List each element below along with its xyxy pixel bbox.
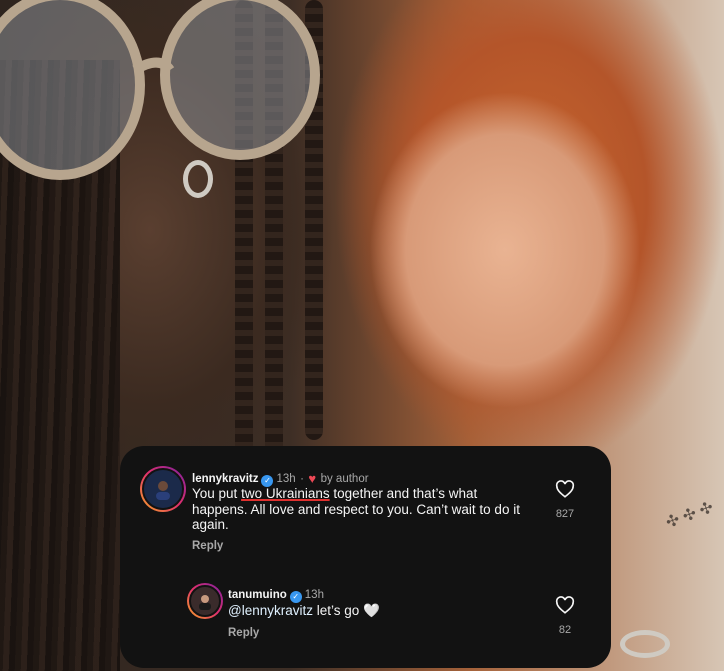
timestamp: 13h xyxy=(304,589,324,601)
avatar-lennykravitz[interactable] xyxy=(140,466,186,512)
separator: · xyxy=(300,473,304,485)
finger-ring xyxy=(620,630,670,658)
author-badge: by author xyxy=(320,473,369,485)
comment-text-part: You put xyxy=(192,486,242,501)
username[interactable]: tanumuino xyxy=(228,589,287,601)
reply-button[interactable]: Reply xyxy=(192,540,223,552)
timestamp: 13h xyxy=(276,473,296,485)
username[interactable]: lennykravitz xyxy=(192,473,258,485)
reply-button[interactable]: Reply xyxy=(228,627,259,639)
comment-text: You put two Ukrainians together and that… xyxy=(192,486,532,533)
nose-ring xyxy=(183,160,213,198)
mention-link[interactable]: @lennykravitz xyxy=(228,603,313,618)
sunglasses xyxy=(0,0,320,180)
like-control: 82 xyxy=(545,596,585,636)
hand-tattoo: ✣ ✣ ✣ xyxy=(663,499,716,532)
comment-card: lennykravitz ✓ 13h · ♥ by author You put t… xyxy=(120,446,611,668)
avatar-tanumuino[interactable] xyxy=(187,583,223,619)
heart-filled-icon: ♥ xyxy=(308,471,317,486)
comment-text: @lennykravitz let’s go 🤍 xyxy=(228,603,380,619)
comment-header: lennykravitz ✓ 13h · ♥ by author xyxy=(192,469,369,487)
comment-header: tanumuino ✓ 13h xyxy=(228,585,324,603)
comment-text-part: let’s go 🤍 xyxy=(312,603,380,618)
like-count: 82 xyxy=(558,624,572,636)
like-count: 827 xyxy=(555,508,575,520)
heart-outline-icon[interactable] xyxy=(545,480,585,502)
like-control: 827 xyxy=(545,480,585,520)
comment-text-highlight: two Ukrainians xyxy=(241,486,330,501)
verified-badge-icon: ✓ xyxy=(289,591,302,603)
heart-outline-icon[interactable] xyxy=(545,596,585,618)
